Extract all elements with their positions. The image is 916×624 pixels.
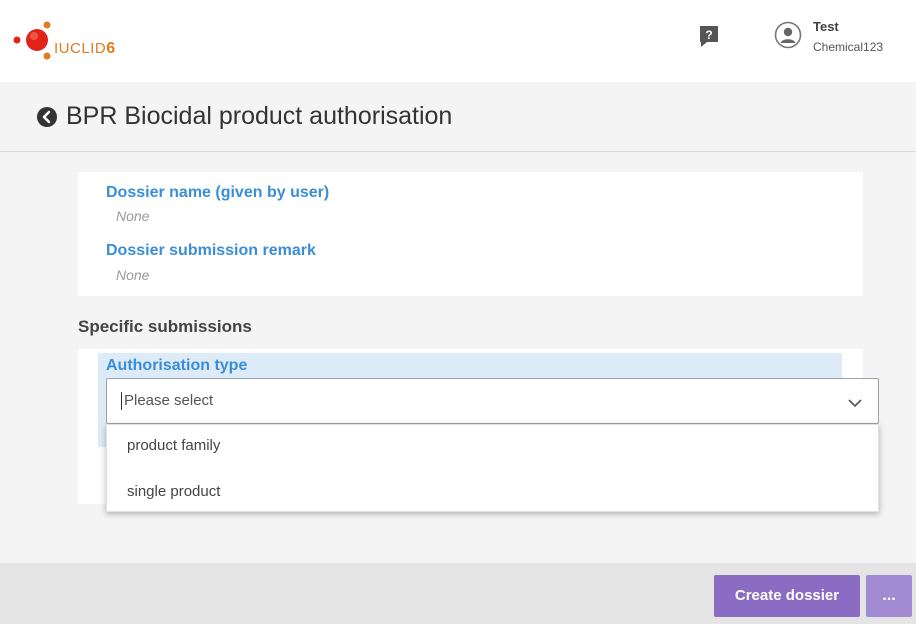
app-header: IUCLID6 ? Test Chemical123 <box>0 0 916 82</box>
page-title: BPR Biocidal product authorisation <box>66 102 453 130</box>
option-product-family[interactable]: product family <box>127 437 220 454</box>
user-name[interactable]: Test <box>813 19 839 34</box>
dossier-remark-value: None <box>116 267 150 283</box>
logo-brand: IUCLID <box>54 40 107 57</box>
svg-text:?: ? <box>705 28 712 42</box>
dossier-name-value: None <box>116 208 150 224</box>
select-placeholder: Please select <box>124 392 214 409</box>
action-footer: Create dossier ... <box>0 563 916 624</box>
page-title-bar: BPR Biocidal product authorisation <box>0 82 916 152</box>
question-icon[interactable]: ? <box>697 24 721 48</box>
specific-submissions-heading: Specific submissions <box>78 317 252 336</box>
user-organisation: Chemical123 <box>813 40 884 54</box>
chevron-down-icon[interactable] <box>848 395 862 408</box>
text-cursor <box>121 392 122 410</box>
more-actions-button[interactable]: ... <box>866 575 912 617</box>
dossier-remark-label: Dossier submission remark <box>106 242 316 259</box>
create-dossier-button[interactable]: Create dossier <box>714 575 860 617</box>
logo-text: IUCLID6 <box>54 40 116 58</box>
option-single-product[interactable]: single product <box>127 483 220 500</box>
authorisation-type-label: Authorisation type <box>106 357 248 374</box>
dossier-form: Dossier name (given by user) None Dossie… <box>0 153 916 563</box>
authorisation-type-options: product family single product <box>106 424 879 512</box>
authorisation-type-select[interactable]: Please select <box>106 378 879 424</box>
user-avatar-icon[interactable] <box>774 21 802 49</box>
back-arrow-icon[interactable] <box>36 106 58 128</box>
dossier-info-card: Dossier name (given by user) None Dossie… <box>78 172 863 296</box>
dossier-name-label: Dossier name (given by user) <box>106 184 330 201</box>
iuclid-logo[interactable]: IUCLID6 <box>10 16 130 62</box>
logo-version: 6 <box>106 40 116 57</box>
